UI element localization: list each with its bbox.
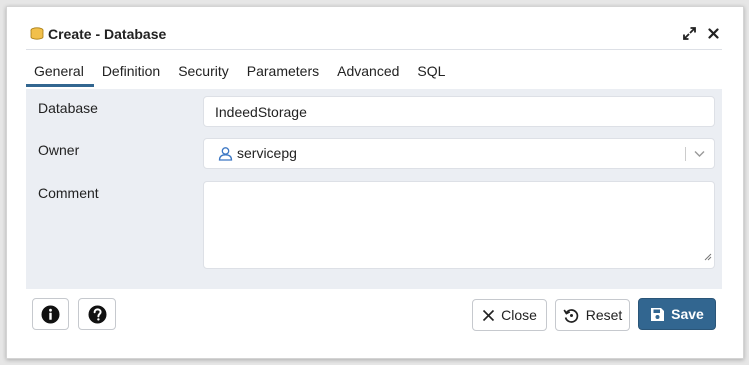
database-icon <box>30 26 46 42</box>
database-label: Database <box>38 100 98 116</box>
save-button[interactable]: Save <box>638 298 716 330</box>
close-button-label: Close <box>501 307 537 323</box>
tab-parameters[interactable]: Parameters <box>239 56 329 87</box>
owner-select[interactable]: servicepg <box>203 138 715 169</box>
dialog-footer: Close Reset Save <box>26 290 722 352</box>
general-tab-panel: Database IndeedStorage Owner servicepg C… <box>26 89 722 289</box>
tab-bar: General Definition Security Parameters A… <box>26 56 722 87</box>
tab-security[interactable]: Security <box>170 56 239 87</box>
save-button-label: Save <box>671 306 704 322</box>
help-icon <box>88 305 107 324</box>
database-name-input[interactable]: IndeedStorage <box>203 96 715 127</box>
dialog-title: Create - Database <box>48 25 167 42</box>
save-icon <box>650 307 665 322</box>
database-name-value: IndeedStorage <box>215 104 307 120</box>
comment-label: Comment <box>38 185 99 201</box>
select-separator <box>685 147 686 161</box>
resize-grip-icon[interactable] <box>704 248 712 266</box>
chevron-down-icon[interactable] <box>693 147 706 165</box>
user-icon <box>218 146 233 161</box>
info-icon <box>41 305 60 324</box>
close-x-icon <box>482 309 495 322</box>
tab-advanced[interactable]: Advanced <box>329 56 409 87</box>
owner-label: Owner <box>38 142 80 158</box>
tab-sql[interactable]: SQL <box>409 56 455 87</box>
help-button[interactable] <box>78 298 116 330</box>
expand-icon[interactable] <box>682 27 696 41</box>
close-icon[interactable] <box>706 27 720 41</box>
comment-textarea[interactable] <box>203 181 715 269</box>
close-button[interactable]: Close <box>472 299 547 331</box>
info-button[interactable] <box>32 298 69 330</box>
reset-button-label: Reset <box>585 307 623 323</box>
owner-value: servicepg <box>237 145 297 161</box>
dialog-titlebar[interactable]: Create - Database <box>26 18 722 50</box>
tab-general[interactable]: General <box>26 56 94 87</box>
reset-button[interactable]: Reset <box>555 299 630 331</box>
reset-icon <box>563 307 580 324</box>
tab-definition[interactable]: Definition <box>94 56 170 87</box>
